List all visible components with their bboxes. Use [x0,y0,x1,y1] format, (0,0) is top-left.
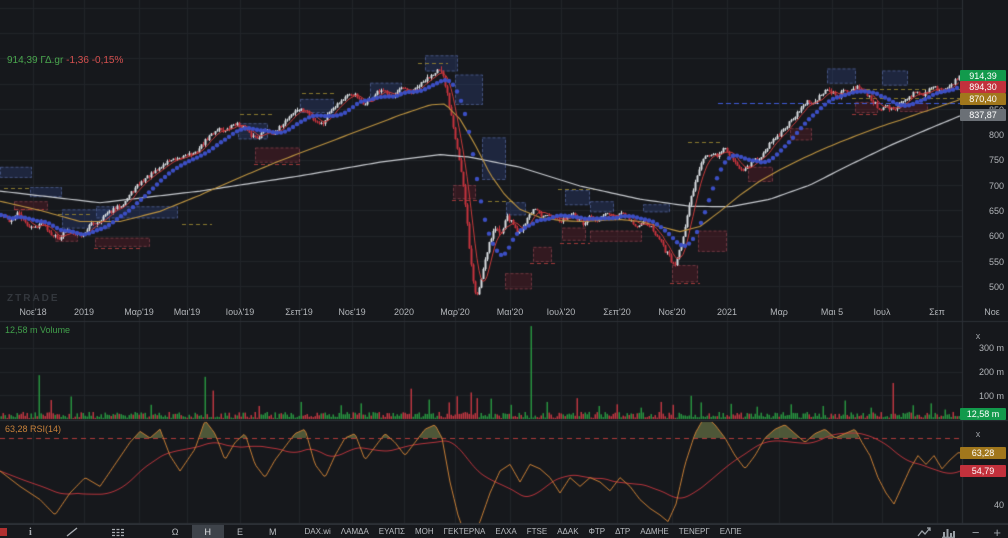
price-tick-label: 500 [988,281,1004,292]
symbol-tab-FTSE[interactable]: FTSE [522,525,552,538]
price-tick-label: 550 [988,256,1004,267]
symbol-tab-ΦΤΡ[interactable]: ΦΤΡ [584,525,611,538]
rsi-value: 63,28 [5,424,28,434]
time-tick-label: Νοε'19 [338,307,366,317]
price-badge: 894,30 [960,80,1006,93]
price-change: -1,36 [66,55,89,66]
price-tick-label: 650 [988,205,1004,216]
rsi-indicator-label: 63,28 RSI(14) [5,424,61,434]
zoom-out-button[interactable]: − [965,526,987,538]
price-tick-label: 600 [988,231,1004,242]
bar-chart-icon[interactable] [941,527,955,538]
time-tick-label: 2019 [73,307,95,317]
price-change-pct: -0,15% [91,55,124,66]
time-tick-label: Μαι'19 [173,307,201,317]
watchlist-icon[interactable] [111,528,125,537]
volume-indicator-label: 12,58 m Volume [5,325,70,335]
rsi-badge: 54,79 [960,465,1006,478]
connection-status-indicator [0,528,7,536]
time-tick-label: Ιουλ'19 [225,307,255,317]
draw-icon[interactable] [66,527,78,537]
price-tick-label: 800 [988,129,1004,140]
timeframe-tabs: ΩΗΕΜ [159,525,290,538]
info-icon[interactable]: i [29,527,32,538]
rsi-tick-label: 40 [993,499,1004,510]
price-tick-label: 750 [988,155,1004,166]
chart-canvas[interactable] [0,0,1008,538]
symbol-tab-ΑΔΜΗΕ[interactable]: ΑΔΜΗΕ [635,525,673,538]
last-price: 914,39 [7,55,38,66]
volume-close-icon[interactable]: x [972,330,984,342]
symbol-tab-ΛΑΜΔΑ[interactable]: ΛΑΜΔΑ [336,525,374,538]
bottom-toolbar: i ΩΗΕΜ DAX.wi ΛΑΜΔΑ ΕΥΑΠΣ ΜΟΗ ΓΕΚΤΕΡΝΑ ΕΛΧΑ FT… [0,524,1008,538]
rsi-name: RSI(14) [30,424,62,434]
time-tick-label: Νοε [984,307,1000,317]
symbol-tab-ΑΔΑΚ[interactable]: ΑΔΑΚ [552,525,583,538]
volume-tick-label: 100 m [978,390,1004,401]
price-badge: 837,87 [960,109,1006,122]
symbol-tab-DAX.wi[interactable]: DAX.wi [300,525,336,538]
volume-tick-label: 300 m [978,343,1004,354]
price-badge: 870,40 [960,92,1006,105]
line-chart-icon[interactable] [917,526,932,538]
time-tick-label: Σεπ [929,307,945,317]
time-tick-label: Νοε'20 [658,307,686,317]
time-tick-label: Ιουλ [873,307,891,317]
symbol-tab-ΓΕΚΤΕΡΝΑ[interactable]: ΓΕΚΤΕΡΝΑ [439,525,491,538]
timeframe-tab-Ε[interactable]: Ε [224,525,256,538]
time-tick-label: 2021 [716,307,738,317]
time-tick-label: Σεπ'19 [285,307,313,317]
symbol-tab-ΕΛΠΕ[interactable]: ΕΛΠΕ [715,525,747,538]
time-tick-label: Μαρ [770,307,788,317]
timeframe-tab-Μ[interactable]: Μ [256,525,290,538]
zoom-in-button[interactable]: + [986,526,1008,538]
symbol-tab-ΔΤΡ[interactable]: ΔΤΡ [610,525,635,538]
price-tick-label: 700 [988,180,1004,191]
rsi-badge: 63,28 [960,446,1006,459]
timeframe-tab-Ω[interactable]: Ω [159,525,192,538]
volume-value: 12,58 m [5,325,38,335]
volume-badge: 12,58 m [960,408,1006,420]
symbol-tabs: DAX.wi ΛΑΜΔΑ ΕΥΑΠΣ ΜΟΗ ΓΕΚΤΕΡΝΑ ΕΛΧΑ FTSE ΑΔΑΚ Φ… [300,525,747,538]
symbol-name: ΓΔ.gr [40,55,64,66]
time-tick-label: Μαρ'20 [440,307,470,317]
platform-watermark: ZTRADE [7,293,60,304]
volume-name: Volume [40,325,71,335]
timeframe-tab-Η[interactable]: Η [191,525,225,538]
time-tick-label: Ιουλ'20 [546,307,576,317]
symbol-tab-ΕΥΑΠΣ[interactable]: ΕΥΑΠΣ [374,525,410,538]
symbol-tab-ΕΛΧΑ[interactable]: ΕΛΧΑ [490,525,521,538]
rsi-close-icon[interactable]: x [972,428,984,440]
volume-tick-label: 200 m [978,367,1004,378]
symbol-legend: 914,39 ΓΔ.gr -1,36 -0,15% [7,55,123,66]
trading-app: 914,39 ΓΔ.gr -1,36 -0,15% ZTRADE 12,58 m… [0,0,1008,538]
toolbar-right: − + [917,526,1008,538]
time-tick-label: Σεπ'20 [603,307,631,317]
symbol-tab-ΜΟΗ[interactable]: ΜΟΗ [410,525,439,538]
symbol-tab-ΤΕΝΕΡΓ[interactable]: ΤΕΝΕΡΓ [674,525,715,538]
